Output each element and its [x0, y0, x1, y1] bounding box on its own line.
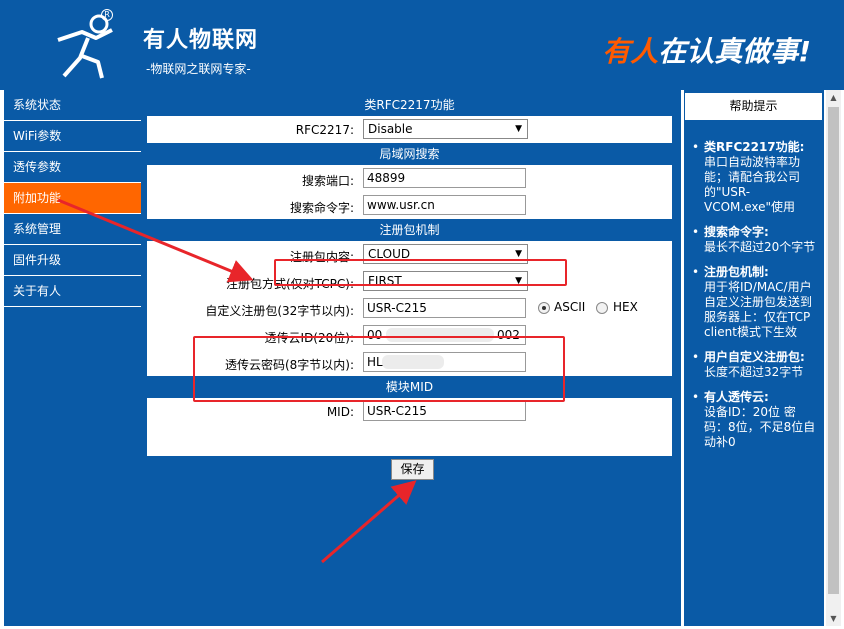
slogan-rest: 在认真做事!: [658, 35, 811, 68]
sidebar-item-system-status[interactable]: 系统状态: [4, 90, 141, 121]
help-panel: 帮助提示 类RFC2217功能:串口自动波特率功能；请配合我公司的"USR-VC…: [684, 90, 824, 626]
brand-subtitle: -物联网之联网专家-: [146, 62, 251, 76]
section-header-rfc2217: 类RFC2217功能: [147, 94, 672, 116]
scroll-up-arrow-icon[interactable]: ▲: [826, 90, 841, 105]
hex-radio-label: HEX: [613, 300, 638, 314]
help-item: 有人透传云:设备ID：20位 密码：8位，不足8位自动补0: [690, 390, 818, 450]
header-banner: R 有人物联网 -物联网之联网专家- 有人在认真做事!: [0, 0, 844, 90]
help-list: 类RFC2217功能:串口自动波特率功能；请配合我公司的"USR-VCOM.ex…: [690, 140, 818, 460]
help-item-body: 设备ID：20位 密码：8位，不足8位自动补0: [704, 405, 816, 449]
mid-label: MID:: [326, 405, 354, 419]
slogan-accent: 有人: [602, 35, 659, 68]
rfc2217-value: Disable: [368, 122, 413, 136]
annotation-box-reg-content: [274, 259, 567, 286]
sidebar-item-firmware-upgrade[interactable]: 固件升级: [4, 245, 141, 276]
sidebar-item-wifi-params[interactable]: WiFi参数: [4, 121, 141, 152]
help-item-head: 用户自定义注册包:: [704, 350, 805, 364]
help-item: 类RFC2217功能:串口自动波特率功能；请配合我公司的"USR-VCOM.ex…: [690, 140, 818, 215]
section-header-lan-search: 局域网搜索: [147, 143, 672, 165]
help-item-body: 串口自动波特率功能；请配合我公司的"USR-VCOM.exe"使用: [704, 155, 801, 214]
search-port-label: 搜索端口:: [301, 174, 354, 188]
help-item-head: 有人透传云:: [704, 390, 769, 404]
help-item-head: 注册包机制:: [704, 265, 769, 279]
brand-title: 有人物联网: [143, 28, 259, 53]
scroll-down-arrow-icon[interactable]: ▼: [826, 611, 841, 626]
sidebar-nav: 系统状态 WiFi参数 透传参数 附加功能 系统管理 固件升级 关于有人: [4, 90, 141, 626]
registered-mark: R: [101, 9, 113, 21]
mid-input[interactable]: USR-C215: [363, 401, 526, 421]
help-item: 注册包机制:用于将ID/MAC/用户自定义注册包发送到服务器上：仅在TCP cl…: [690, 265, 818, 340]
help-item-head: 搜索命令字:: [704, 225, 769, 239]
rfc2217-label: RFC2217:: [295, 123, 354, 137]
help-item: 搜索命令字:最长不超过20个字节: [690, 225, 818, 255]
ascii-radio-label: ASCII: [554, 300, 586, 314]
search-command-label: 搜索命令字:: [289, 201, 354, 215]
annotation-box-cloud-credentials: [193, 336, 565, 402]
ascii-radio[interactable]: [538, 302, 550, 314]
chevron-down-icon: ▼: [515, 124, 522, 134]
sidebar-item-extra-functions[interactable]: 附加功能: [4, 183, 141, 214]
help-title: 帮助提示: [685, 93, 822, 120]
slogan: 有人在认真做事!: [602, 30, 811, 70]
sidebar-item-system-management[interactable]: 系统管理: [4, 214, 141, 245]
help-item-head: 类RFC2217功能:: [704, 140, 805, 154]
hex-radio[interactable]: [596, 302, 608, 314]
vertical-scrollbar[interactable]: ▲ ▼: [826, 90, 841, 626]
section-header-registration: 注册包机制: [147, 219, 672, 241]
rfc2217-select[interactable]: Disable ▼: [363, 119, 528, 139]
search-command-input[interactable]: www.usr.cn: [363, 195, 526, 215]
custom-reg-label: 自定义注册包(32字节以内):: [205, 304, 354, 318]
help-item-body: 最长不超过20个字节: [704, 240, 816, 254]
save-button[interactable]: 保存: [391, 459, 434, 480]
running-person-logo-icon: [57, 14, 113, 79]
help-item-body: 长度不超过32字节: [704, 365, 804, 379]
scroll-thumb[interactable]: [828, 107, 839, 594]
custom-reg-input[interactable]: USR-C215: [363, 298, 526, 318]
sidebar-item-about[interactable]: 关于有人: [4, 276, 141, 307]
help-item-body: 用于将ID/MAC/用户自定义注册包发送到服务器上：仅在TCP client模式…: [704, 280, 813, 339]
help-item: 用户自定义注册包:长度不超过32字节: [690, 350, 818, 380]
sidebar-item-transparent-params[interactable]: 透传参数: [4, 152, 141, 183]
search-port-input[interactable]: 48899: [363, 168, 526, 188]
